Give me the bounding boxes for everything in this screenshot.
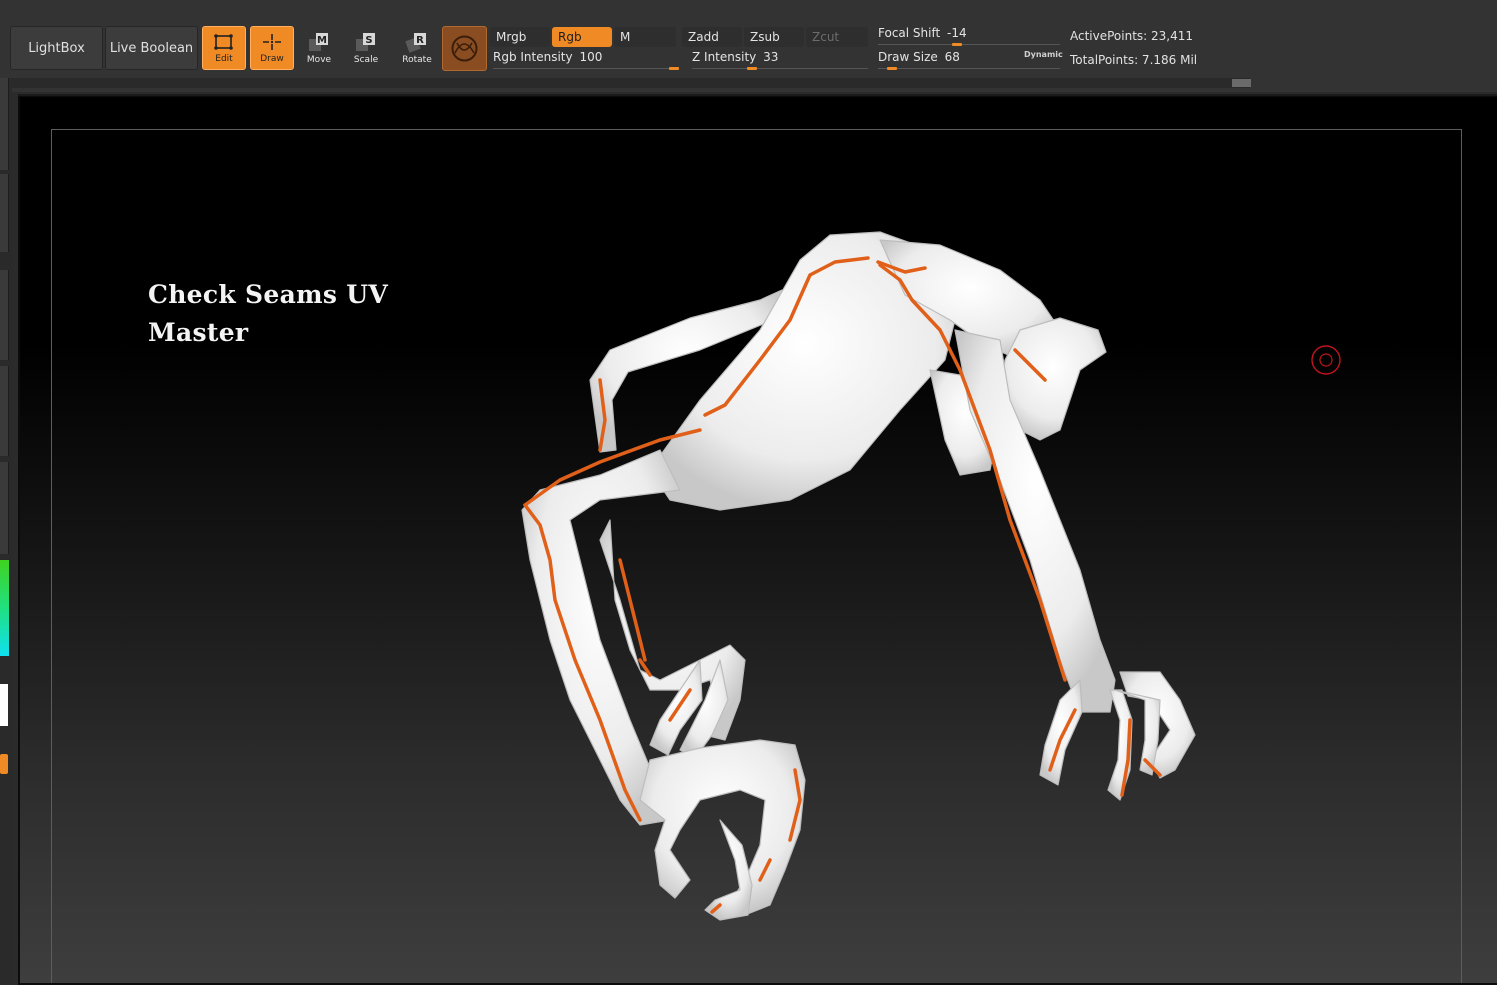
svg-text:M: M (317, 35, 327, 46)
brush-cursor-icon (1311, 345, 1341, 375)
scale-icon: S (356, 33, 375, 51)
edit-label: Edit (215, 54, 233, 64)
m-label: M (620, 30, 631, 44)
z-intensity-track (692, 68, 868, 69)
zcut-label: Zcut (812, 30, 840, 44)
toolbar-scrollbar[interactable] (0, 78, 1250, 88)
material-button[interactable] (442, 26, 487, 71)
toolbar-scrollbar-thumb[interactable] (1232, 79, 1251, 87)
draw-size-track (878, 68, 1060, 69)
focal-shift-value: -14 (947, 26, 967, 40)
viewport-annotation: Check Seams UV Master (148, 276, 388, 352)
left-shelf-button[interactable] (0, 78, 9, 170)
annotation-line-1: Check Seams UV (148, 280, 389, 309)
scale-button[interactable]: S Scale (344, 26, 388, 70)
zsub-label: Zsub (750, 30, 780, 44)
zadd-button[interactable]: Zadd (682, 27, 742, 47)
focal-shift-label: Focal Shift (878, 26, 941, 40)
rgb-intensity-value: 100 (579, 50, 603, 64)
rotate-icon: R (405, 33, 426, 53)
focal-shift-knob[interactable] (952, 43, 962, 46)
left-shelf-button[interactable] (0, 366, 9, 456)
dynamic-toggle[interactable]: Dynamic (1024, 50, 1063, 59)
draw-button[interactable]: Draw (250, 26, 294, 70)
total-points-readout: TotalPoints: 7.186 Mil (1070, 53, 1198, 67)
material-sphere-icon (451, 35, 478, 62)
scale-label: Scale (353, 55, 379, 65)
main-color-swatch[interactable] (0, 684, 8, 726)
lightbox-button[interactable]: LightBox (10, 26, 103, 70)
z-intensity-slider[interactable]: Z Intensity 33 (692, 50, 868, 70)
move-button[interactable]: M Move (297, 26, 341, 70)
z-intensity-label: Z Intensity (692, 50, 757, 64)
draw-size-label: Draw Size (878, 50, 938, 64)
left-shelf-button[interactable] (0, 174, 9, 252)
draw-size-value: 68 (944, 50, 960, 64)
draw-label: Draw (260, 54, 284, 64)
live-boolean-label: Live Boolean (109, 40, 194, 56)
rotate-label: Rotate (402, 55, 432, 65)
m-button[interactable]: M (614, 27, 676, 47)
rgb-intensity-track (493, 68, 679, 69)
rgb-button[interactable]: Rgb (552, 27, 612, 47)
edit-icon (214, 34, 233, 50)
zcut-button[interactable]: Zcut (806, 27, 868, 47)
rgb-intensity-label: Rgb Intensity (493, 50, 573, 64)
move-label: Move (306, 55, 332, 65)
color-picker-strip[interactable] (0, 560, 9, 656)
focal-shift-slider[interactable]: Focal Shift -14 (878, 26, 1060, 46)
draw-size-knob[interactable] (887, 67, 897, 70)
svg-text:R: R (416, 35, 424, 46)
mrgb-button[interactable]: Mrgb (490, 27, 550, 47)
move-icon: M (309, 33, 328, 51)
focal-shift-track (878, 44, 1060, 45)
left-shelf (0, 78, 12, 983)
zsub-button[interactable]: Zsub (744, 27, 804, 47)
active-points-readout: ActivePoints: 23,411 (1070, 29, 1194, 43)
rgb-intensity-knob[interactable] (669, 67, 679, 70)
mrgb-label: Mrgb (496, 30, 527, 44)
lightbox-label: LightBox (28, 40, 85, 56)
z-intensity-value: 33 (763, 50, 779, 64)
edit-button[interactable]: Edit (202, 26, 246, 70)
secondary-color-swatch[interactable] (0, 754, 8, 774)
annotation-line-2: Master (148, 318, 249, 347)
rotate-button[interactable]: R Rotate (395, 26, 439, 70)
left-shelf-button[interactable] (0, 270, 9, 360)
3d-model-illustration (521, 231, 1196, 921)
left-shelf-button[interactable] (0, 462, 9, 554)
z-intensity-knob[interactable] (747, 67, 757, 70)
draw-icon (263, 34, 281, 50)
svg-text:S: S (365, 35, 372, 46)
live-boolean-button[interactable]: Live Boolean (105, 26, 198, 70)
rgb-intensity-slider[interactable]: Rgb Intensity 100 (493, 50, 679, 70)
rgb-label: Rgb (558, 30, 582, 44)
zadd-label: Zadd (688, 30, 719, 44)
